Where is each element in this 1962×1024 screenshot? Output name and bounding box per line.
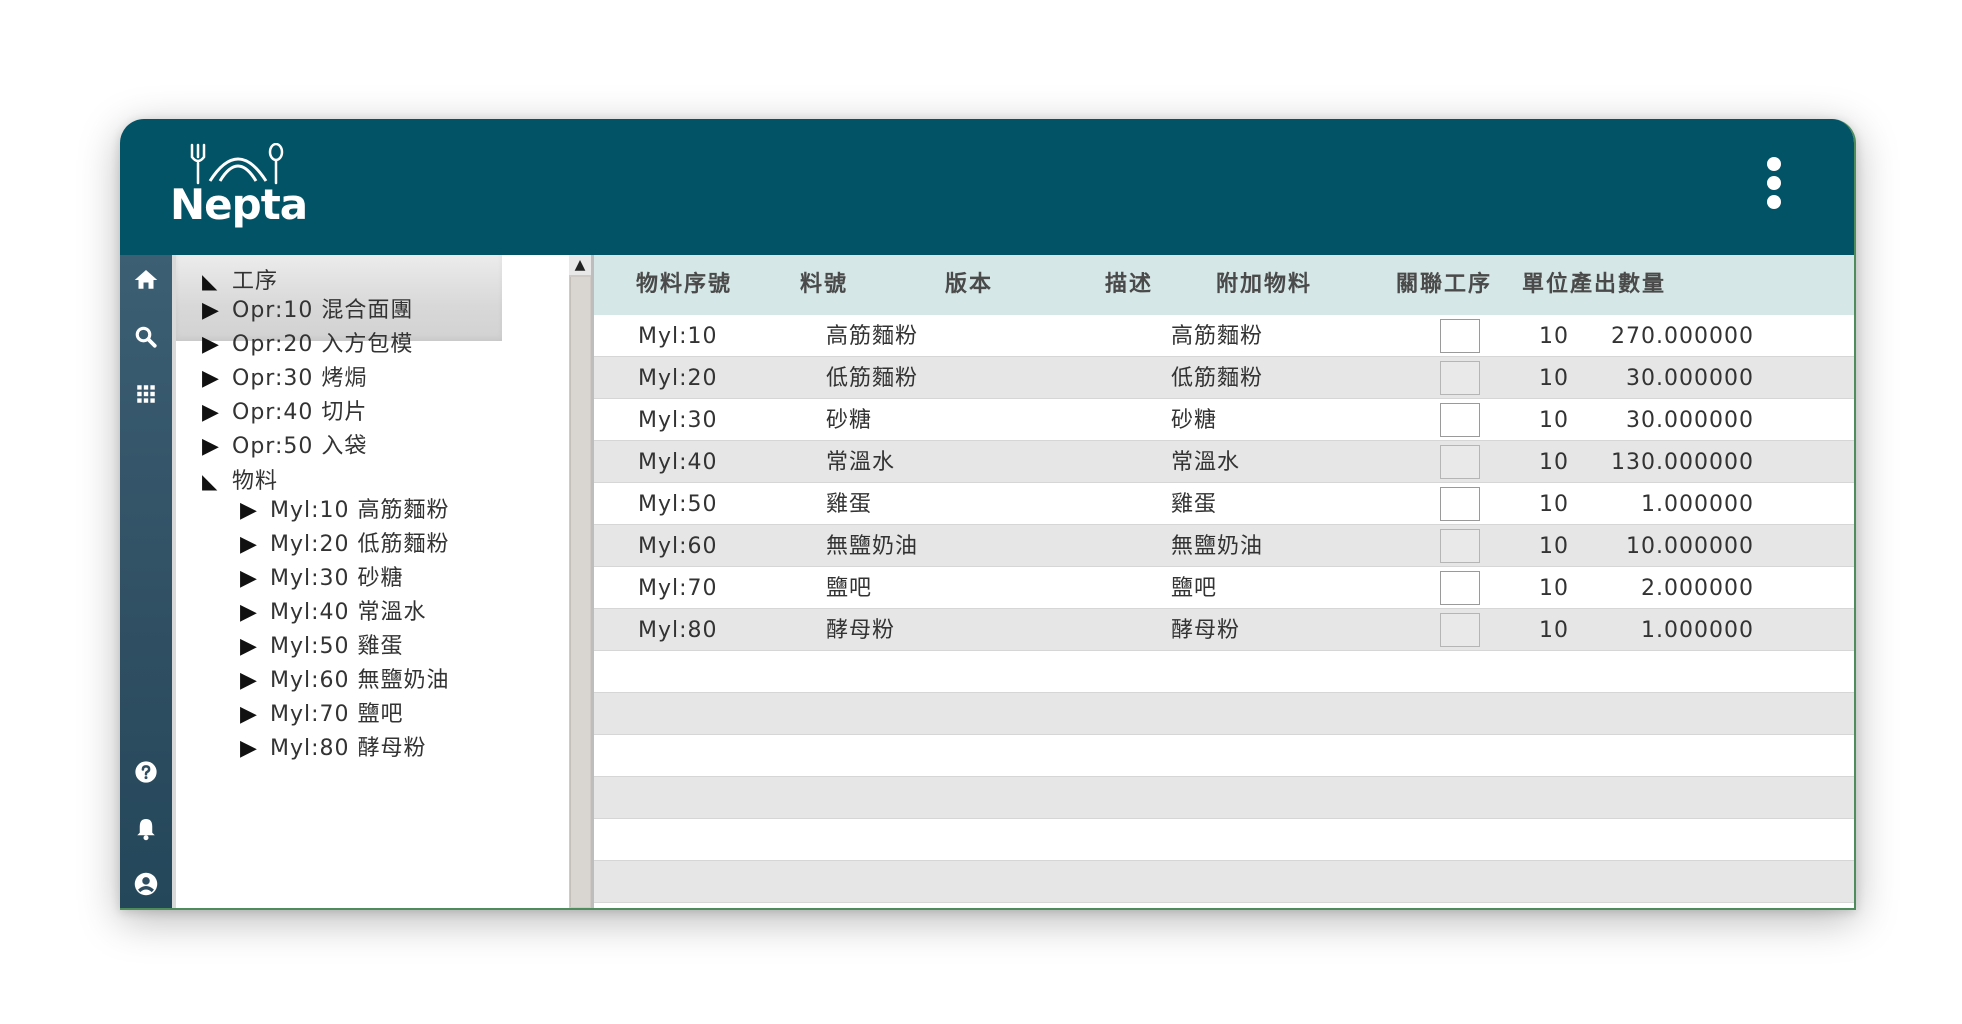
cell-version — [994, 357, 1114, 399]
cell-unit-output-qty: 10.000000 — [1626, 534, 1754, 559]
cell-version — [994, 483, 1114, 525]
search-icon[interactable] — [131, 322, 161, 352]
tree-scrollbar[interactable]: ▲ — [569, 255, 591, 908]
cell-seq: Myl:20 — [638, 366, 718, 391]
table-row[interactable]: Myl:50 雞蛋 雞蛋 10 1.000000 — [594, 483, 1854, 525]
cell-description: 高筋麵粉 — [1171, 324, 1264, 349]
cell-seq: Myl:30 — [638, 408, 718, 433]
nepta-logo[interactable]: Nepta — [170, 143, 310, 229]
cell-version — [994, 609, 1114, 651]
table-row[interactable]: Myl:30 砂糖 砂糖 10 30.000000 — [594, 399, 1854, 441]
structure-tree: ◣ 工序 ▶ Opr:10 混合面團 ▶ Opr:20 入方包模 ▶ Opr:30 烤焗 ▶ Op… — [172, 255, 526, 908]
scroll-up-arrow-icon[interactable]: ▲ — [569, 255, 591, 275]
apps-grid-icon[interactable] — [131, 379, 161, 409]
cell-unit-output-qty: 30.000000 — [1626, 366, 1754, 391]
tree-child-node[interactable]: ▶ Myl:80 酵母粉 — [240, 729, 427, 769]
cell-description: 低筋麵粉 — [1171, 366, 1264, 391]
empty-table-row[interactable] — [594, 651, 1854, 693]
extra-material-checkbox[interactable] — [1440, 403, 1480, 437]
cell-description: 常溫水 — [1171, 450, 1241, 475]
kebab-dot-icon — [1767, 195, 1781, 209]
tree-node-label: Myl:50 雞蛋 — [270, 634, 404, 659]
extra-material-checkbox[interactable] — [1440, 613, 1480, 647]
extra-material-checkbox[interactable] — [1440, 487, 1480, 521]
empty-table-row[interactable] — [594, 693, 1854, 735]
cell-description: 無鹽奶油 — [1171, 534, 1264, 559]
extra-material-checkbox[interactable] — [1440, 361, 1480, 395]
empty-table-row[interactable] — [594, 777, 1854, 819]
cell-seq: Myl:60 — [638, 534, 718, 559]
empty-table-row[interactable] — [594, 735, 1854, 777]
icon-rail — [120, 255, 172, 908]
cell-unit-output-qty: 30.000000 — [1626, 408, 1754, 433]
app-window: Nepta ◣ 工序 ▶ Opr:10 混合面團 ▶ Opr:20 入方包模 ▶… — [120, 119, 1856, 910]
logo-text: Nepta — [170, 180, 308, 229]
cell-seq: Myl:50 — [638, 492, 718, 517]
cell-unit-output-qty: 130.000000 — [1611, 450, 1754, 475]
tree-node-label: Opr:20 入方包模 — [232, 332, 414, 357]
expanded-triangle-icon[interactable]: ◣ — [202, 461, 232, 501]
app-header: Nepta — [120, 119, 1854, 255]
tree-node-label: Myl:30 砂糖 — [270, 566, 404, 591]
cell-unit-output-qty: 1.000000 — [1641, 618, 1754, 643]
cell-version — [994, 567, 1114, 609]
tree-node-label: Myl:80 酵母粉 — [270, 736, 427, 761]
cell-description: 砂糖 — [1171, 408, 1218, 433]
table-row[interactable]: Myl:60 無鹽奶油 無鹽奶油 10 10.000000 — [594, 525, 1854, 567]
empty-table-row[interactable] — [594, 819, 1854, 861]
empty-table-row[interactable] — [594, 861, 1854, 903]
tree-node-label: Opr:40 切片 — [232, 400, 368, 425]
cell-version — [994, 441, 1114, 483]
tree-node-label: Myl:70 鹽吧 — [270, 702, 404, 727]
tree-node-label: Opr:10 混合面團 — [232, 298, 414, 323]
cell-description: 雞蛋 — [1171, 492, 1218, 517]
table-header: 物料序號 料號 版本 描述 附加物料 關聯工序 單位產出數量 — [594, 255, 1854, 315]
table-row[interactable]: Myl:80 酵母粉 酵母粉 10 1.000000 — [594, 609, 1854, 651]
cell-seq: Myl:40 — [638, 450, 718, 475]
cell-unit-output-qty: 270.000000 — [1611, 324, 1754, 349]
col-header-extra-material[interactable]: 附加物料 — [1194, 255, 1334, 315]
table-row[interactable]: Myl:70 鹽吧 鹽吧 10 2.000000 — [594, 567, 1854, 609]
cell-version — [994, 399, 1114, 441]
tree-node-label: Myl:20 低筋麵粉 — [270, 532, 450, 557]
tree-node-label: Myl:10 高筋麵粉 — [270, 498, 450, 523]
bell-icon[interactable] — [131, 814, 161, 844]
scroll-thumb[interactable] — [570, 277, 590, 907]
table-row[interactable]: Myl:40 常溫水 常溫水 10 130.000000 — [594, 441, 1854, 483]
more-options-button[interactable] — [1762, 157, 1786, 217]
kebab-dot-icon — [1767, 176, 1781, 190]
cell-description: 鹽吧 — [1171, 576, 1218, 601]
cell-seq: Myl:10 — [638, 324, 718, 349]
kebab-dot-icon — [1767, 157, 1781, 171]
table-row[interactable]: Myl:10 高筋麵粉 高筋麵粉 10 270.000000 — [594, 315, 1854, 357]
cell-version — [994, 315, 1114, 357]
cell-seq: Myl:70 — [638, 576, 718, 601]
help-icon[interactable] — [131, 757, 161, 787]
cell-seq: Myl:80 — [638, 618, 718, 643]
account-icon[interactable] — [131, 869, 161, 899]
extra-material-checkbox[interactable] — [1440, 571, 1480, 605]
extra-material-checkbox[interactable] — [1440, 445, 1480, 479]
home-icon[interactable] — [131, 265, 161, 295]
table-row[interactable]: Myl:20 低筋麵粉 低筋麵粉 10 30.000000 — [594, 357, 1854, 399]
materials-table: 物料序號 料號 版本 描述 附加物料 關聯工序 單位產出數量 Myl:10 高筋麵粉 高筋麵粉 1… — [594, 255, 1854, 908]
tree-node-label: Myl:40 常溫水 — [270, 600, 427, 625]
tree-node-label: Opr:50 入袋 — [232, 434, 368, 459]
extra-material-checkbox[interactable] — [1440, 319, 1480, 353]
cell-unit-output-qty: 2.000000 — [1641, 576, 1754, 601]
cell-description: 酵母粉 — [1171, 618, 1241, 643]
extra-material-checkbox[interactable] — [1440, 529, 1480, 563]
cell-version — [994, 525, 1114, 567]
tree-node-label: Myl:60 無鹽奶油 — [270, 668, 450, 693]
collapsed-triangle-icon[interactable]: ▶ — [240, 729, 270, 769]
cell-unit-output-qty: 1.000000 — [1641, 492, 1754, 517]
col-header-unit-output-qty[interactable]: 單位產出數量 — [1474, 255, 1714, 315]
tree-node-label: Opr:30 烤焗 — [232, 366, 368, 391]
